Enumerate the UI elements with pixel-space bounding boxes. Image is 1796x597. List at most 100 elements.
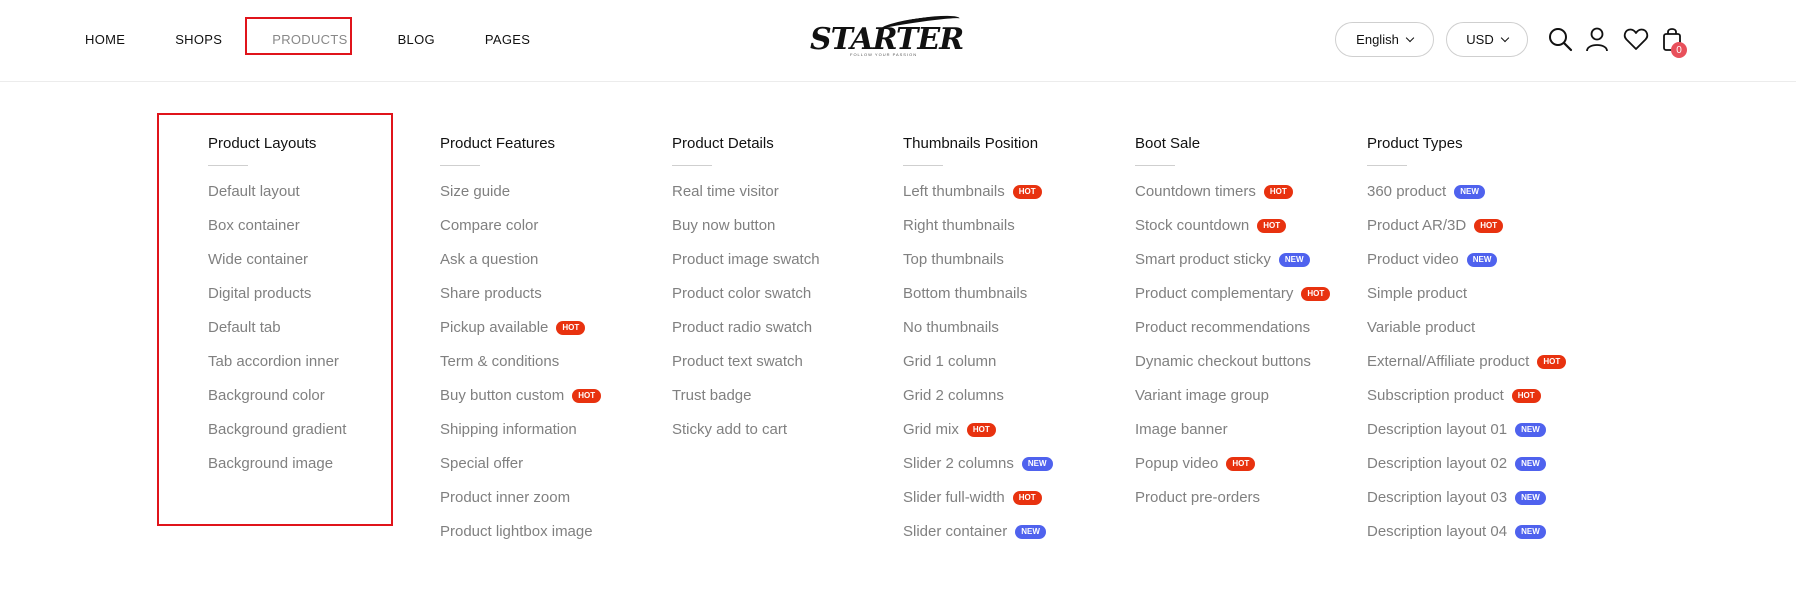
menu-item[interactable]: Product pre-orders xyxy=(1135,489,1365,523)
menu-item[interactable]: 360 product NEW xyxy=(1367,183,1597,217)
menu-item[interactable]: Default layout xyxy=(208,183,438,217)
menu-item[interactable]: Product AR/3D HOT xyxy=(1367,217,1597,251)
menu-item[interactable]: Slider container NEW xyxy=(903,523,1133,557)
menu-item[interactable]: Product inner zoom xyxy=(440,489,670,523)
column-list: Default layout Box container Wide containe… xyxy=(208,183,438,489)
menu-item-label: Grid 2 columns xyxy=(903,387,1004,404)
menu-item[interactable]: Wide container xyxy=(208,251,438,285)
menu-item[interactable]: Variant image group xyxy=(1135,387,1365,421)
new-badge: NEW xyxy=(1515,525,1546,539)
menu-item-label: Product complementary xyxy=(1135,285,1294,302)
column-title: Boot Sale xyxy=(1135,135,1201,152)
menu-item[interactable]: Grid 2 columns xyxy=(903,387,1133,421)
menu-item[interactable]: Trust badge xyxy=(672,387,902,421)
menu-item[interactable]: Product complementary HOT xyxy=(1135,285,1365,319)
menu-item-label: Product AR/3D xyxy=(1367,217,1467,234)
menu-item-label: Subscription product xyxy=(1367,387,1504,404)
menu-item-label: Right thumbnails xyxy=(903,217,1015,234)
menu-item[interactable]: External/Affiliate product HOT xyxy=(1367,353,1597,387)
nav-pages[interactable]: PAGES xyxy=(485,32,530,47)
menu-item[interactable]: Description layout 01 NEW xyxy=(1367,421,1597,455)
menu-item[interactable]: Right thumbnails xyxy=(903,217,1133,251)
menu-item[interactable]: Description layout 04 NEW xyxy=(1367,523,1597,557)
menu-item[interactable]: Product text swatch xyxy=(672,353,902,387)
menu-item[interactable]: Grid 1 column xyxy=(903,353,1133,387)
menu-item[interactable]: Top thumbnails xyxy=(903,251,1133,285)
menu-item[interactable]: Share products xyxy=(440,285,670,319)
menu-item[interactable]: Left thumbnails HOT xyxy=(903,183,1133,217)
menu-item[interactable]: Product video NEW xyxy=(1367,251,1597,285)
nav-home[interactable]: HOME xyxy=(85,32,125,47)
menu-item[interactable]: Tab accordion inner xyxy=(208,353,438,387)
menu-item-label: Compare color xyxy=(440,217,539,234)
hot-badge: HOT xyxy=(1012,491,1042,505)
nav-blog[interactable]: BLOG xyxy=(398,32,435,47)
menu-item-label: Top thumbnails xyxy=(903,251,1004,268)
menu-item[interactable]: Default tab xyxy=(208,319,438,353)
menu-item-label: Shipping information xyxy=(440,421,577,438)
user-icon[interactable] xyxy=(1584,26,1610,52)
column-title: Product Details xyxy=(672,135,774,152)
menu-item[interactable]: Background color xyxy=(208,387,438,421)
title-divider xyxy=(440,165,480,166)
menu-item[interactable]: Description layout 02 NEW xyxy=(1367,455,1597,489)
menu-item[interactable]: Dynamic checkout buttons xyxy=(1135,353,1365,387)
menu-item[interactable]: Variable product xyxy=(1367,319,1597,353)
menu-item[interactable]: Grid mix HOT xyxy=(903,421,1133,455)
menu-item-label: Tab accordion inner xyxy=(208,353,339,370)
menu-item[interactable]: Sticky add to cart xyxy=(672,421,902,455)
menu-item[interactable]: Slider full-width HOT xyxy=(903,489,1133,523)
hot-badge: HOT xyxy=(1301,287,1331,301)
menu-item[interactable]: Digital products xyxy=(208,285,438,319)
menu-item-label: Countdown timers xyxy=(1135,183,1256,200)
menu-item[interactable]: Product lightbox image xyxy=(440,523,670,557)
menu-item[interactable]: Compare color xyxy=(440,217,670,251)
menu-item[interactable]: Countdown timers HOT xyxy=(1135,183,1365,217)
menu-item[interactable]: Pickup available HOT xyxy=(440,319,670,353)
nav-shops[interactable]: SHOPS xyxy=(175,32,222,47)
new-badge: NEW xyxy=(1466,253,1498,267)
menu-item-label: Buy button custom xyxy=(440,387,565,404)
hot-badge: HOT xyxy=(1474,219,1504,233)
menu-item[interactable]: Subscription product HOT xyxy=(1367,387,1597,421)
menu-item[interactable]: Box container xyxy=(208,217,438,251)
menu-item-label: Description layout 04 xyxy=(1367,523,1508,540)
column-list: 360 product NEW Product AR/3D HOT Product vi… xyxy=(1367,183,1597,557)
currency-selector[interactable]: USD xyxy=(1446,22,1528,57)
hot-badge: HOT xyxy=(966,423,996,437)
menu-item[interactable]: No thumbnails xyxy=(903,319,1133,353)
menu-item[interactable]: Buy now button xyxy=(672,217,902,251)
logo[interactable]: STARTER FOLLOW YOUR PASSION xyxy=(810,12,965,60)
menu-item[interactable]: Shipping information xyxy=(440,421,670,455)
menu-item[interactable]: Product image swatch xyxy=(672,251,902,285)
search-icon[interactable] xyxy=(1547,26,1573,52)
menu-item-label: Digital products xyxy=(208,285,312,302)
menu-item[interactable]: Background image xyxy=(208,455,438,489)
menu-item-label: Ask a question xyxy=(440,251,539,268)
new-badge: NEW xyxy=(1015,525,1046,539)
heart-icon[interactable] xyxy=(1623,26,1649,52)
menu-item[interactable]: Buy button custom HOT xyxy=(440,387,670,421)
language-selector[interactable]: English xyxy=(1335,22,1434,57)
new-badge: NEW xyxy=(1515,457,1546,471)
menu-item[interactable]: Special offer xyxy=(440,455,670,489)
menu-item[interactable]: Slider 2 columns NEW xyxy=(903,455,1133,489)
menu-item[interactable]: Product recommendations xyxy=(1135,319,1365,353)
menu-item[interactable]: Product radio swatch xyxy=(672,319,902,353)
menu-item[interactable]: Background gradient xyxy=(208,421,438,455)
menu-item-label: Real time visitor xyxy=(672,183,779,200)
menu-item[interactable]: Term & conditions xyxy=(440,353,670,387)
menu-item[interactable]: Stock countdown HOT xyxy=(1135,217,1365,251)
menu-item[interactable]: Product color swatch xyxy=(672,285,902,319)
new-badge: NEW xyxy=(1454,185,1485,199)
new-badge: NEW xyxy=(1021,457,1053,471)
menu-item[interactable]: Ask a question xyxy=(440,251,670,285)
menu-item[interactable]: Smart product sticky NEW xyxy=(1135,251,1365,285)
menu-item[interactable]: Description layout 03 NEW xyxy=(1367,489,1597,523)
menu-item[interactable]: Size guide xyxy=(440,183,670,217)
menu-item[interactable]: Image banner xyxy=(1135,421,1365,455)
menu-item[interactable]: Real time visitor xyxy=(672,183,902,217)
menu-item[interactable]: Simple product xyxy=(1367,285,1597,319)
menu-item[interactable]: Bottom thumbnails xyxy=(903,285,1133,319)
menu-item[interactable]: Popup video HOT xyxy=(1135,455,1365,489)
